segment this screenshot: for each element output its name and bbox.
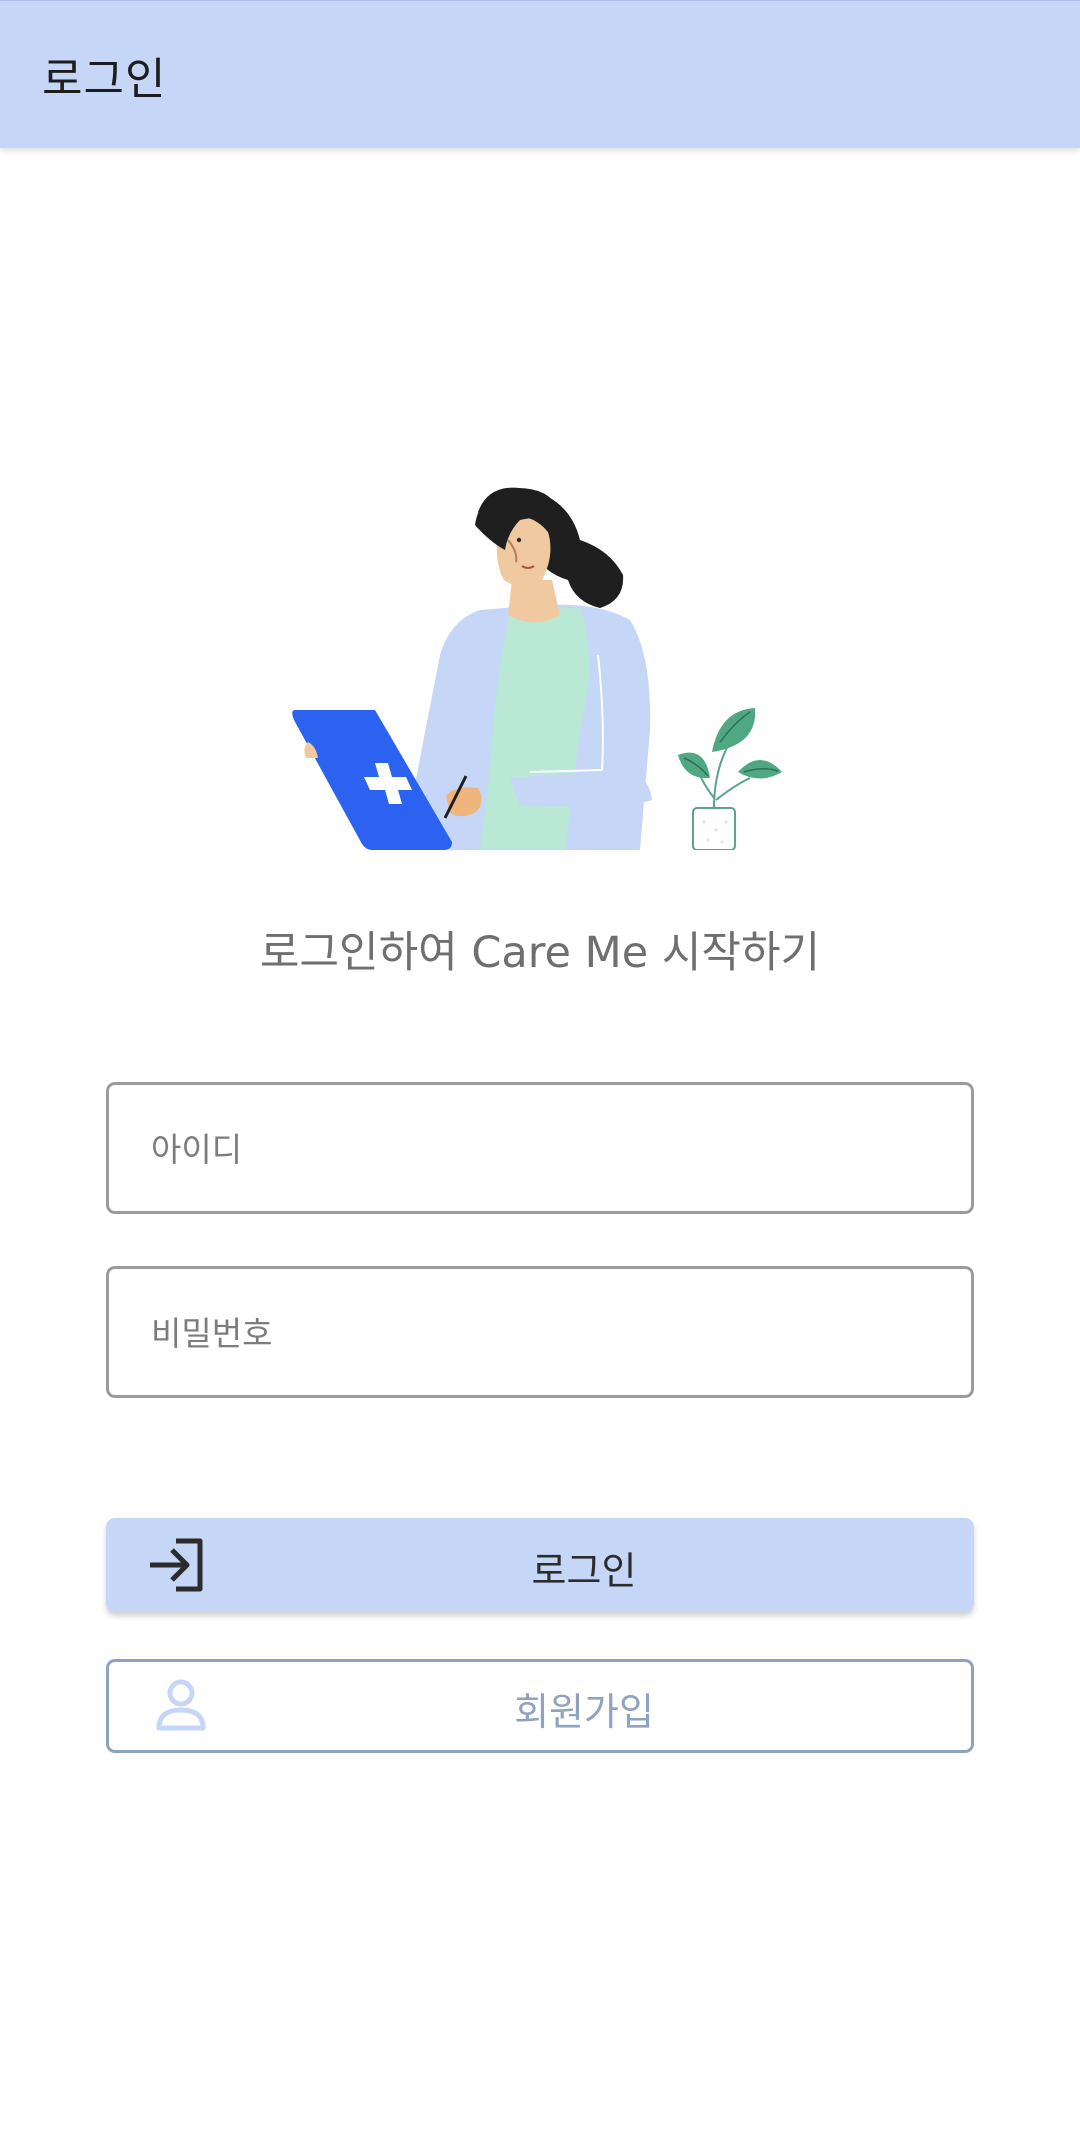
id-input[interactable] <box>149 1085 933 1213</box>
page-title: 로그인 <box>42 54 167 105</box>
password-input[interactable] <box>149 1269 933 1397</box>
signup-button[interactable]: 회원가입 <box>106 1659 974 1753</box>
doctor-illustration <box>292 487 782 850</box>
signup-button-label: 회원가입 <box>514 1690 654 1734</box>
welcome-tagline: 로그인하여 Care Me 시작하기 <box>259 928 821 978</box>
login-button[interactable]: 로그인 <box>106 1518 974 1612</box>
id-field[interactable] <box>106 1082 974 1214</box>
app-bar: 로그인 <box>0 0 1080 148</box>
login-button-label: 로그인 <box>531 1549 637 1593</box>
password-field[interactable] <box>106 1266 974 1398</box>
login-screen: 로그인 로그인하여 Care Me 시작하기 아이디 로그인 회원가입 <box>0 0 1080 2138</box>
